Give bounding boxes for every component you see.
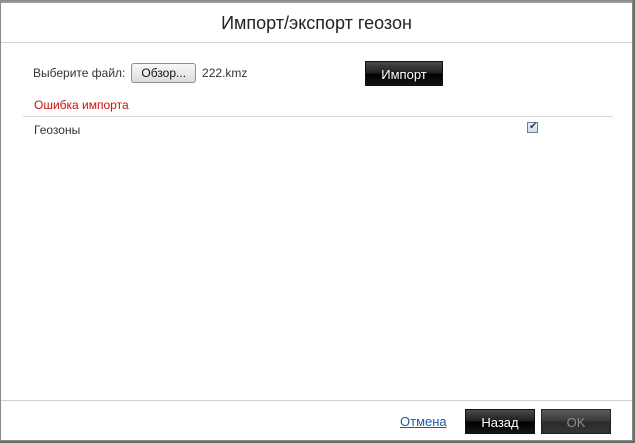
import-export-dialog: Импорт/экспорт геозон Выберите файл: Обз… — [0, 0, 633, 441]
back-button[interactable]: Назад — [465, 409, 535, 434]
geozones-checkbox[interactable]: ✔ — [527, 121, 538, 133]
selected-file-name: 222.kmz — [202, 66, 248, 80]
browse-button[interactable]: Обзор... — [131, 63, 197, 83]
import-error-text: Ошибка импорта — [34, 98, 129, 112]
ok-button: OK — [541, 409, 611, 434]
cancel-link[interactable]: Отмена — [400, 414, 447, 429]
import-button[interactable]: Импорт — [365, 61, 443, 86]
dialog-title: Импорт/экспорт геозон — [1, 3, 632, 43]
geozones-option-label: Геозоны — [34, 123, 81, 137]
file-label: Выберите файл: — [33, 66, 126, 80]
file-select-row: Выберите файл: Обзор... 222.kmz — [33, 62, 247, 84]
check-icon: ✔ — [529, 121, 538, 132]
footer-divider — [1, 400, 632, 401]
section-divider — [23, 116, 613, 117]
